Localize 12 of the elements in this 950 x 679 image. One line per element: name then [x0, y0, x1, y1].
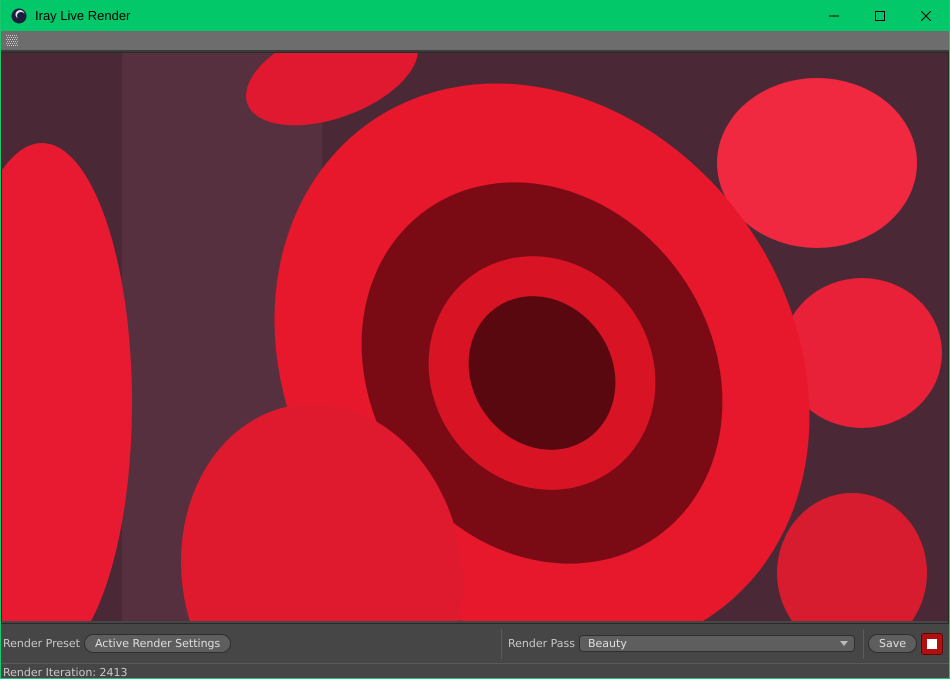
maximize-icon: [875, 10, 885, 20]
status-text: Render Iteration: 2413: [2, 665, 129, 679]
app-logo-icon: [11, 8, 27, 24]
caret-icon: [840, 641, 848, 646]
close-icon: [921, 10, 931, 20]
render-preset-label: Render Preset: [2, 637, 81, 650]
stop-button[interactable]: [921, 632, 943, 654]
save-button[interactable]: Save: [868, 634, 917, 653]
render-settings-button[interactable]: Active Render Settings: [84, 634, 232, 653]
window-title: Iray Live Render: [35, 8, 130, 23]
render-pass-label: Render Pass: [506, 637, 576, 650]
render-pass-dropdown[interactable]: Beauty: [578, 635, 855, 652]
